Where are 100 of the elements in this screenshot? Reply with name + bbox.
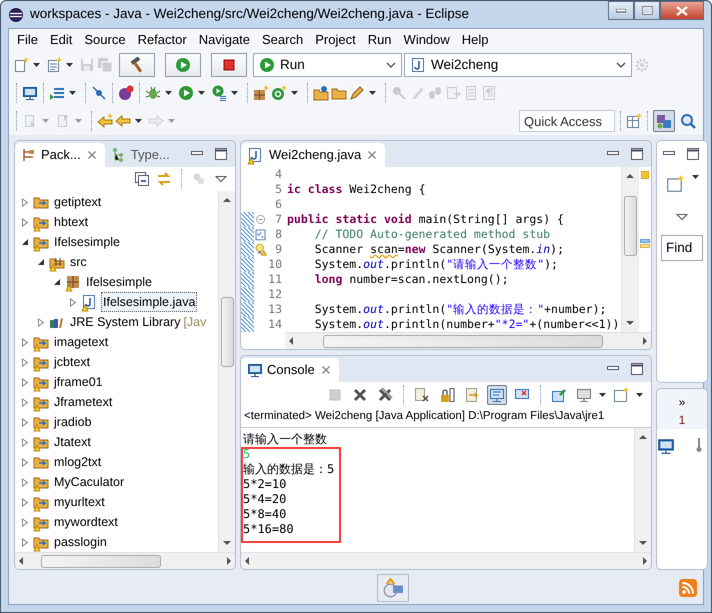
- dropdown-caret-icon[interactable]: [135, 119, 142, 123]
- editor-tab[interactable]: Wei2cheng.java: [241, 143, 386, 167]
- pin-console-icon[interactable]: [551, 387, 567, 403]
- tree-item[interactable]: Jframetext: [53, 392, 114, 412]
- vertical-scrollbar[interactable]: [634, 428, 651, 552]
- collapsed-arrow-icon[interactable]: [21, 518, 29, 526]
- vertical-scrollbar[interactable]: [621, 167, 638, 332]
- maximize-icon[interactable]: [213, 146, 229, 162]
- fold-icon[interactable]: [254, 213, 267, 226]
- quick-access-field[interactable]: Quick Access: [519, 110, 615, 132]
- list-icon[interactable]: [49, 85, 65, 101]
- console-output-icon[interactable]: [489, 387, 505, 403]
- scroll-thumb[interactable]: [220, 297, 234, 367]
- tree-item[interactable]: Ifelsesimple.java: [101, 292, 198, 312]
- rss-icon[interactable]: [679, 579, 697, 597]
- find-button[interactable]: Find: [661, 235, 703, 262]
- monitor-icon[interactable]: [22, 85, 38, 101]
- maximize-icon[interactable]: [685, 146, 701, 162]
- horizontal-scrollbar[interactable]: [241, 552, 651, 569]
- tree-item[interactable]: jradiob: [53, 412, 93, 432]
- run-config-icon[interactable]: [211, 85, 227, 101]
- clear-console-icon[interactable]: [414, 387, 430, 403]
- scroll-thumb[interactable]: [323, 334, 603, 348]
- tree-item[interactable]: Jtatext: [53, 432, 92, 452]
- remove-icon[interactable]: [352, 387, 368, 403]
- expanded-arrow-icon[interactable]: [21, 238, 29, 246]
- tree-item[interactable]: jcbtext: [53, 352, 92, 372]
- dropdown-caret-icon[interactable]: [69, 91, 76, 95]
- dropdown-caret-icon[interactable]: [165, 91, 172, 95]
- tree-item[interactable]: Ifelsesimple: [53, 232, 121, 252]
- collapsed-arrow-icon[interactable]: [69, 298, 77, 306]
- maximize-icon[interactable]: [629, 146, 645, 162]
- scroll-left-icon[interactable]: [288, 337, 293, 345]
- console-tab[interactable]: Console: [241, 358, 339, 382]
- scroll-down-icon[interactable]: [639, 541, 647, 546]
- scroll-right-icon[interactable]: [643, 337, 648, 345]
- scroll-left-icon[interactable]: [244, 557, 249, 565]
- dropdown-caret-icon[interactable]: [291, 91, 298, 95]
- overflow-chevron[interactable]: »: [678, 393, 686, 411]
- new-console-icon[interactable]: [666, 175, 684, 193]
- menu-item[interactable]: File: [11, 30, 44, 50]
- horizontal-scrollbar[interactable]: [15, 552, 235, 569]
- launch-mode-dropdown[interactable]: Run: [253, 53, 402, 77]
- task-icon[interactable]: [254, 228, 267, 241]
- scroll-up-icon[interactable]: [639, 434, 647, 440]
- expanded-arrow-icon[interactable]: [53, 278, 61, 286]
- dropdown-caret-icon[interactable]: [198, 91, 205, 95]
- scroll-left-icon[interactable]: [18, 557, 23, 565]
- scroll-right-icon[interactable]: [643, 557, 648, 565]
- java-perspective-button[interactable]: [653, 110, 675, 132]
- tree-item[interactable]: getiptext: [53, 192, 102, 212]
- collapsed-arrow-icon[interactable]: [21, 418, 29, 426]
- link-arrows-icon[interactable]: [156, 171, 172, 187]
- collapsed-arrow-icon[interactable]: [21, 398, 29, 406]
- slashed-dot-icon[interactable]: [91, 85, 107, 101]
- collapsed-arrow-icon[interactable]: [21, 478, 29, 486]
- scroll-thumb[interactable]: [41, 554, 161, 568]
- menu-item[interactable]: Run: [362, 30, 398, 50]
- folder-icon[interactable]: [313, 85, 329, 101]
- tree-item[interactable]: myurltext: [53, 492, 106, 512]
- dropdown-caret-icon[interactable]: [231, 91, 238, 95]
- error-badge-icon[interactable]: [118, 85, 134, 101]
- collapsed-arrow-icon[interactable]: [21, 218, 29, 226]
- scroll-lock-icon[interactable]: [439, 387, 455, 403]
- build-button[interactable]: [119, 53, 155, 77]
- tree-item[interactable]: imagetext: [53, 332, 110, 352]
- dropdown-caret-icon[interactable]: [636, 393, 643, 397]
- back-arrow-icon[interactable]: [97, 113, 113, 129]
- menu-item[interactable]: Edit: [44, 30, 78, 50]
- bug-icon[interactable]: [145, 85, 161, 101]
- scroll-down-icon[interactable]: [626, 321, 634, 326]
- collapsed-arrow-icon[interactable]: [21, 438, 29, 446]
- tree-item[interactable]: JRE System Library: [69, 312, 182, 332]
- dropdown-caret-icon[interactable]: [66, 63, 73, 67]
- dropdown-caret-icon[interactable]: [599, 393, 606, 397]
- collapsed-arrow-icon[interactable]: [21, 378, 29, 386]
- display-console-icon[interactable]: [576, 387, 592, 403]
- remove-all-icon[interactable]: [377, 387, 393, 403]
- class-icon[interactable]: [271, 85, 287, 101]
- new-console-icon[interactable]: [613, 387, 629, 403]
- collapsed-arrow-icon[interactable]: [21, 338, 29, 346]
- minimize-button[interactable]: [608, 1, 634, 20]
- menu-item[interactable]: Project: [309, 30, 362, 50]
- pen-icon[interactable]: [349, 85, 365, 101]
- scroll-right-icon[interactable]: [227, 557, 232, 565]
- collapsed-arrow-icon[interactable]: [21, 458, 29, 466]
- vertical-scrollbar[interactable]: [218, 191, 235, 552]
- collapsed-arrow-icon[interactable]: [21, 538, 29, 546]
- dropdown-caret-icon[interactable]: [33, 63, 40, 67]
- tree-item[interactable]: mlog2txt: [53, 452, 102, 472]
- menu-item[interactable]: Refactor: [132, 30, 193, 50]
- software-update-icon[interactable]: [383, 578, 403, 598]
- menu-item[interactable]: Help: [456, 30, 495, 50]
- menu-item[interactable]: Search: [256, 30, 310, 50]
- dropdown-caret-icon[interactable]: [369, 91, 376, 95]
- expanded-arrow-icon[interactable]: [37, 258, 45, 266]
- close-button[interactable]: [660, 1, 704, 20]
- horizontal-scrollbar[interactable]: [285, 332, 651, 349]
- launch-target-dropdown[interactable]: Wei2cheng: [404, 53, 632, 77]
- collapse-all-icon[interactable]: [134, 171, 150, 187]
